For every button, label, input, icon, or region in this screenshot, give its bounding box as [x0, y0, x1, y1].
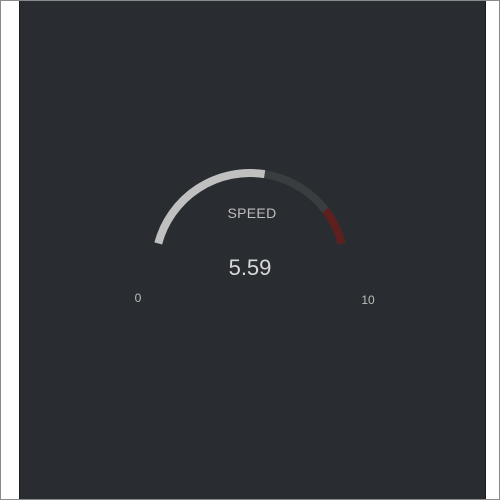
gauge-danger-zone-arc: [322, 207, 346, 245]
gauge-min-label: 0: [134, 291, 142, 305]
gauge-max-label: 10: [361, 293, 375, 307]
gauge-value: 5.59: [228, 255, 272, 280]
gauge-title: SPEED: [227, 205, 277, 221]
speed-gauge: [154, 169, 346, 245]
